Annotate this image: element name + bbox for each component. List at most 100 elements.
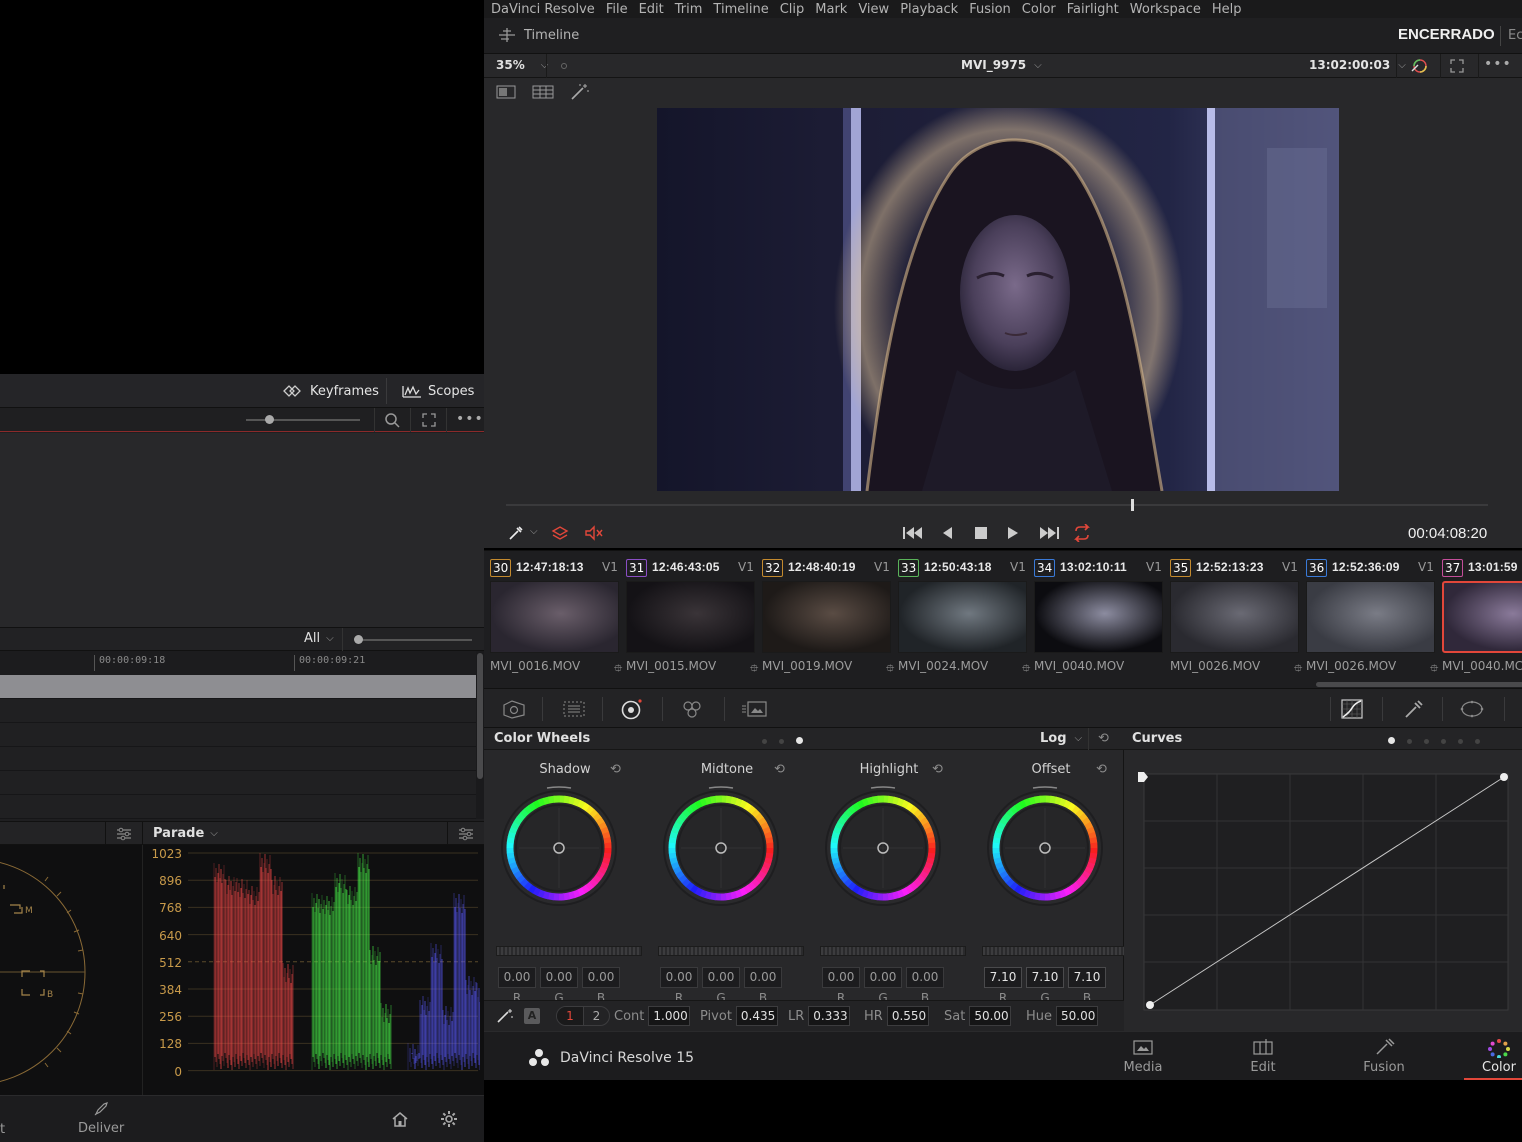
keyframes-tab[interactable]: Keyframes: [282, 380, 379, 402]
filter-dropdown[interactable]: All ⌵: [304, 631, 334, 646]
contrast-input[interactable]: 1.000: [648, 1006, 691, 1026]
viewer-canvas[interactable]: [484, 106, 1522, 548]
loop-icon[interactable]: [1072, 524, 1092, 542]
menu-item-mark[interactable]: Mark: [815, 1, 847, 18]
menu-item-timeline[interactable]: Timeline: [713, 1, 768, 18]
clip-thumbnail[interactable]: [762, 581, 891, 653]
fullscreen-icon[interactable]: [1450, 59, 1464, 73]
scrub-bar[interactable]: [506, 499, 1488, 511]
color-wheels-tool[interactable]: [612, 695, 652, 723]
gear-icon[interactable]: [440, 1110, 458, 1128]
keyframe-row[interactable]: [0, 723, 476, 747]
wheel-master-slider[interactable]: [820, 946, 966, 956]
primaries-page-toggle[interactable]: 1 2: [556, 1006, 610, 1026]
color-wheel-control[interactable]: [987, 786, 1111, 910]
timeline-zoom-handle[interactable]: [354, 635, 363, 644]
clip-thumbnail[interactable]: [1034, 581, 1163, 653]
menu-item-view[interactable]: View: [858, 1, 889, 18]
page-tab-partial[interactable]: t: [0, 1122, 5, 1137]
page-tab-deliver[interactable]: Deliver: [78, 1100, 124, 1136]
window-tool[interactable]: [1452, 695, 1492, 723]
motion-effects-tool[interactable]: [734, 695, 774, 723]
camera-raw-tool[interactable]: [494, 695, 534, 723]
wheel-value-g[interactable]: 0.00: [540, 967, 578, 988]
home-icon[interactable]: [392, 1112, 408, 1127]
menu-item-clip[interactable]: Clip: [780, 1, 805, 18]
page-tab-color[interactable]: Color: [1464, 1036, 1522, 1081]
wheel-value-g[interactable]: 7.10: [1026, 967, 1064, 988]
wheel-value-g[interactable]: 0.00: [702, 967, 740, 988]
menu-item-davinci-resolve[interactable]: DaVinci Resolve: [491, 1, 595, 18]
wheel-value-b[interactable]: 0.00: [582, 967, 620, 988]
keyframe-row[interactable]: [0, 771, 476, 795]
clip-scrollbar[interactable]: [1316, 682, 1522, 687]
color-wheel-control[interactable]: [501, 786, 625, 910]
primaries-page-2[interactable]: 2: [583, 1007, 609, 1025]
clip-item[interactable]: 33 12:50:43:18 V1 ⯐ MVI_0024.MOV: [886, 557, 1028, 681]
curve-page-dots[interactable]: [1382, 733, 1486, 747]
menu-item-workspace[interactable]: Workspace: [1130, 1, 1201, 18]
menu-item-trim[interactable]: Trim: [675, 1, 703, 18]
timeline-zoom-track[interactable]: [358, 639, 472, 641]
page-tab-media[interactable]: Media: [1103, 1036, 1183, 1078]
menu-item-fusion[interactable]: Fusion: [969, 1, 1011, 18]
keyframe-row[interactable]: [0, 795, 476, 819]
layers-icon[interactable]: [551, 525, 569, 541]
wheel-master-slider[interactable]: [496, 946, 642, 956]
reset-icon[interactable]: ⟲: [610, 762, 621, 777]
auto-color-button[interactable]: A: [524, 1008, 540, 1024]
play-icon[interactable]: [1006, 525, 1020, 541]
clip-thumbnail[interactable]: [626, 581, 755, 653]
wheel-value-r[interactable]: 0.00: [822, 967, 860, 988]
menu-item-file[interactable]: File: [606, 1, 628, 18]
color-picker-icon[interactable]: [1410, 57, 1430, 75]
clip-thumbnail[interactable]: [898, 581, 1027, 653]
clip-item[interactable]: 32 12:48:40:19 V1 ⯐ MVI_0019.MOV: [750, 557, 892, 681]
primaries-page-1[interactable]: 1: [557, 1007, 583, 1025]
wheel-value-g[interactable]: 0.00: [864, 967, 902, 988]
zoom-slider-track[interactable]: [246, 419, 360, 421]
wheel-mode-dropdown[interactable]: Log ⌵: [1040, 731, 1082, 746]
clip-thumbnail[interactable]: [1442, 581, 1522, 653]
auto-balance-icon[interactable]: [496, 1008, 514, 1024]
clip-name-dropdown[interactable]: MVI_9975 ⌵: [961, 58, 1042, 72]
pivot-input[interactable]: 0.435: [735, 1006, 778, 1026]
wheel-master-slider[interactable]: [982, 946, 1128, 956]
clip-item[interactable]: 37 13:01:59 ⯐ MVI_0040.MC: [1430, 557, 1522, 681]
menu-item-playback[interactable]: Playback: [900, 1, 958, 18]
magic-wand-icon[interactable]: [570, 83, 590, 101]
reset-all-icon[interactable]: ⟲: [1098, 731, 1109, 746]
keyframe-scrollbar[interactable]: [476, 651, 484, 819]
rgb-mixer-tool[interactable]: [672, 695, 712, 723]
curve-point-black[interactable]: [1146, 1001, 1154, 1009]
hr-input[interactable]: 0.550: [886, 1006, 929, 1026]
playhead[interactable]: [1131, 499, 1134, 511]
lr-input[interactable]: 0.333: [808, 1006, 851, 1026]
timecode-dropdown[interactable]: 13:02:00:03 ⌵: [1309, 58, 1406, 72]
reset-icon[interactable]: ⟲: [774, 762, 785, 777]
single-view-icon[interactable]: [496, 85, 516, 99]
wheel-value-r[interactable]: 7.10: [984, 967, 1022, 988]
more-options-icon[interactable]: •••: [456, 411, 484, 427]
qualifier-tool[interactable]: [1394, 695, 1434, 723]
reset-icon[interactable]: ⟲: [1096, 762, 1107, 777]
keyframe-row-selected[interactable]: [0, 675, 476, 699]
wheel-value-b[interactable]: 0.00: [906, 967, 944, 988]
chevron-down-icon[interactable]: ⌵: [530, 526, 538, 537]
clip-item[interactable]: 34 13:02:10:11 V1 ⯐ MVI_0040.MOV: [1022, 557, 1164, 681]
wheel-page-dots[interactable]: [756, 733, 809, 747]
stop-icon[interactable]: [974, 526, 988, 540]
clip-thumbnail[interactable]: [1306, 581, 1435, 653]
expand-icon[interactable]: [422, 413, 436, 427]
color-wheel-control[interactable]: [663, 786, 787, 910]
page-tab-fusion[interactable]: Fusion: [1344, 1036, 1424, 1078]
scope-settings-icon[interactable]: [116, 827, 132, 841]
menu-item-color[interactable]: Color: [1022, 1, 1056, 18]
wheel-value-r[interactable]: 0.00: [660, 967, 698, 988]
zoom-slider-handle[interactable]: [265, 415, 274, 424]
clip-thumbnail[interactable]: [1170, 581, 1299, 653]
scope-settings-icon[interactable]: [458, 827, 474, 841]
mute-icon[interactable]: [584, 525, 604, 541]
curve-point-white[interactable]: [1500, 773, 1508, 781]
gallery-icon[interactable]: [532, 85, 554, 99]
